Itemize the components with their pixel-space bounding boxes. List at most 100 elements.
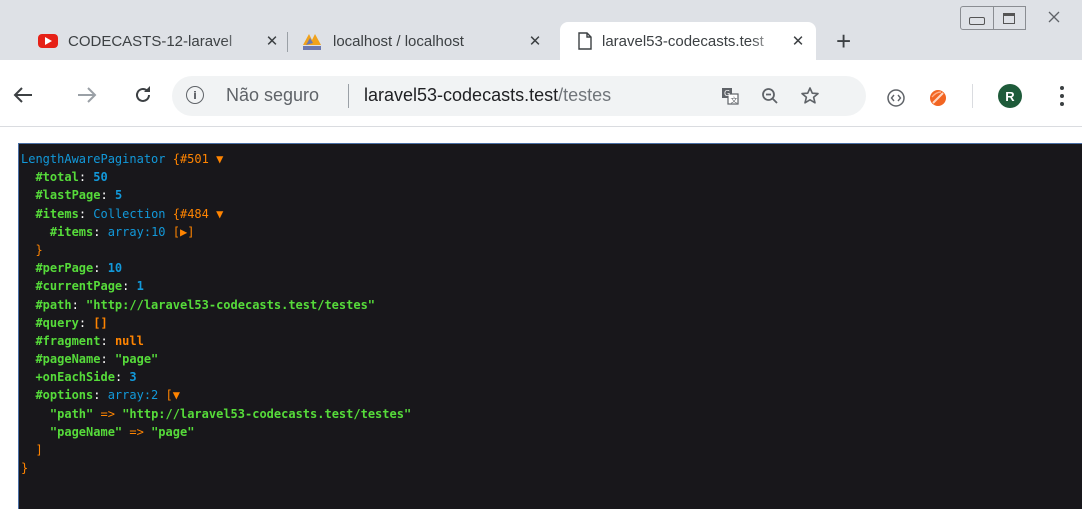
phpmyadmin-icon: [303, 34, 321, 50]
browser-menu-button[interactable]: [1054, 84, 1070, 108]
toolbar-divider: [972, 84, 973, 108]
array-value: "http://laravel53-codecasts.test/testes": [122, 406, 412, 421]
menu-dot-icon: [1060, 94, 1064, 98]
forward-arrow-icon: [78, 87, 97, 103]
prop-key: #query: [35, 315, 79, 330]
dump-line-options: #options: array:2 [▼: [35, 388, 180, 403]
prop-value: 10: [107, 261, 123, 276]
prop-key: +onEachSide: [35, 370, 115, 385]
address-divider: [348, 84, 349, 108]
close-tab-icon[interactable]: ✕: [788, 32, 808, 50]
dump-line-close-root: }: [21, 459, 1082, 477]
prop-key: #path: [35, 297, 72, 312]
prop-value: 5: [114, 188, 123, 203]
maximize-button[interactable]: [993, 6, 1026, 30]
minimize-icon: [969, 17, 985, 25]
array-arrow: =>: [129, 424, 144, 439]
dump-line-items: #items: Collection {#484 ▼: [35, 206, 224, 221]
menu-dot-icon: [1060, 86, 1064, 90]
new-tab-button[interactable]: +: [836, 28, 851, 54]
tab-title: laravel53-codecasts.test: [602, 32, 764, 50]
url-path: /testes: [558, 85, 612, 105]
prop-key: #items: [35, 206, 79, 221]
closing-bracket: ]: [35, 443, 43, 457]
prop-value: "http://laravel53-codecasts.test/testes": [86, 297, 376, 312]
back-button[interactable]: [10, 82, 36, 108]
back-arrow-icon: [13, 87, 32, 103]
expand-toggle[interactable]: [▶]: [173, 225, 195, 239]
translate-icon[interactable]: G 文: [720, 86, 740, 106]
collapse-toggle[interactable]: [▼: [166, 388, 180, 402]
dump-line-pagename: #pageName: "page": [35, 352, 159, 367]
maximize-icon: [1003, 12, 1015, 24]
prop-key: #perPage: [35, 261, 94, 276]
extension-code-icon[interactable]: [886, 88, 906, 108]
prop-key: #fragment: [35, 333, 101, 348]
dump-line-close-options: ]: [21, 441, 1082, 459]
prop-key: #currentPage: [35, 279, 123, 294]
svg-text:G: G: [724, 89, 730, 98]
dump-line-fragment: #fragment: null: [35, 333, 144, 348]
dump-line-close-items: }: [21, 241, 1082, 259]
close-icon: [1048, 11, 1060, 23]
profile-avatar[interactable]: R: [998, 84, 1022, 108]
prop-value: 3: [129, 370, 137, 385]
array-key: "pageName": [49, 424, 123, 439]
prop-value: 1: [136, 279, 144, 294]
youtube-icon: [38, 34, 58, 48]
closing-brace: }: [35, 242, 43, 257]
closing-brace: }: [21, 461, 29, 476]
menu-dot-icon: [1060, 102, 1064, 106]
dump-line-perpage: #perPage: 10: [35, 261, 123, 276]
class-name[interactable]: LengthAwarePaginator: [21, 152, 166, 166]
dump-line-opt-path: "path" => "http://laravel53-codecasts.te…: [21, 405, 1082, 423]
array-value: "page": [151, 424, 195, 439]
security-label[interactable]: Não seguro: [226, 85, 319, 106]
dump-line-path: #path: "http://laravel53-codecasts.test/…: [35, 297, 376, 312]
dump-line-root: LengthAwarePaginator {#501 ▼: [21, 150, 1082, 168]
prop-value: "page": [114, 352, 159, 367]
class-name[interactable]: Collection: [93, 207, 165, 221]
tab-strip: CODECASTS-12-laravel ✕ localhost / local…: [0, 0, 1082, 60]
tab-divider: [287, 32, 288, 52]
tab-laravel53-active[interactable]: laravel53-codecasts.test ✕: [560, 22, 816, 60]
tab-phpmyadmin[interactable]: localhost / localhost ✕: [293, 22, 547, 60]
prop-key: #total: [35, 170, 79, 185]
dump-line-lastpage: #lastPage: 5: [35, 188, 123, 203]
extension-orange-icon[interactable]: [928, 88, 948, 108]
browser-toolbar: i Não seguro laravel53-codecasts.test/te…: [0, 60, 1082, 127]
forward-button[interactable]: [74, 82, 100, 108]
dump-line-total: #total: 50: [35, 170, 108, 185]
prop-value: null: [114, 333, 144, 348]
tab-title: localhost / localhost: [333, 32, 464, 50]
prop-value: array:10: [107, 224, 166, 239]
close-tab-icon[interactable]: ✕: [525, 32, 545, 50]
dump-line-inner-items: #items: array:10 [▶]: [49, 224, 195, 239]
prop-key: #lastPage: [35, 188, 101, 203]
window-close-button[interactable]: [1038, 6, 1070, 28]
close-tab-icon[interactable]: ✕: [262, 32, 282, 50]
array-key: "path": [49, 406, 94, 421]
bookmark-star-icon[interactable]: [800, 86, 820, 106]
array-arrow: =>: [100, 406, 115, 421]
minimize-button[interactable]: [960, 6, 994, 30]
object-id-toggle[interactable]: {#501 ▼: [173, 152, 224, 166]
prop-value: []: [93, 315, 108, 330]
tab-codecasts[interactable]: CODECASTS-12-laravel ✕: [30, 22, 282, 60]
url-host: laravel53-codecasts.test: [364, 85, 559, 105]
dump-line-currentpage: #currentPage: 1: [35, 279, 144, 294]
tab-title: CODECASTS-12-laravel: [68, 32, 233, 50]
address-bar[interactable]: i Não seguro laravel53-codecasts.test/te…: [172, 76, 866, 116]
zoom-out-icon[interactable]: [760, 86, 780, 106]
prop-key: #pageName: [35, 352, 101, 367]
prop-key: #options: [35, 388, 94, 403]
reload-button[interactable]: [130, 82, 156, 108]
info-icon[interactable]: i: [186, 86, 204, 104]
var-dump-panel: LengthAwarePaginator {#501 ▼ #total: 50 …: [18, 143, 1082, 509]
reload-icon: [136, 86, 150, 102]
prop-key: #items: [49, 224, 94, 239]
object-id-toggle[interactable]: {#484 ▼: [173, 207, 224, 221]
dump-line-opt-pagename: "pageName" => "page": [21, 423, 1082, 441]
url-text[interactable]: laravel53-codecasts.test/testes: [364, 85, 611, 106]
prop-value: 50: [93, 170, 108, 185]
